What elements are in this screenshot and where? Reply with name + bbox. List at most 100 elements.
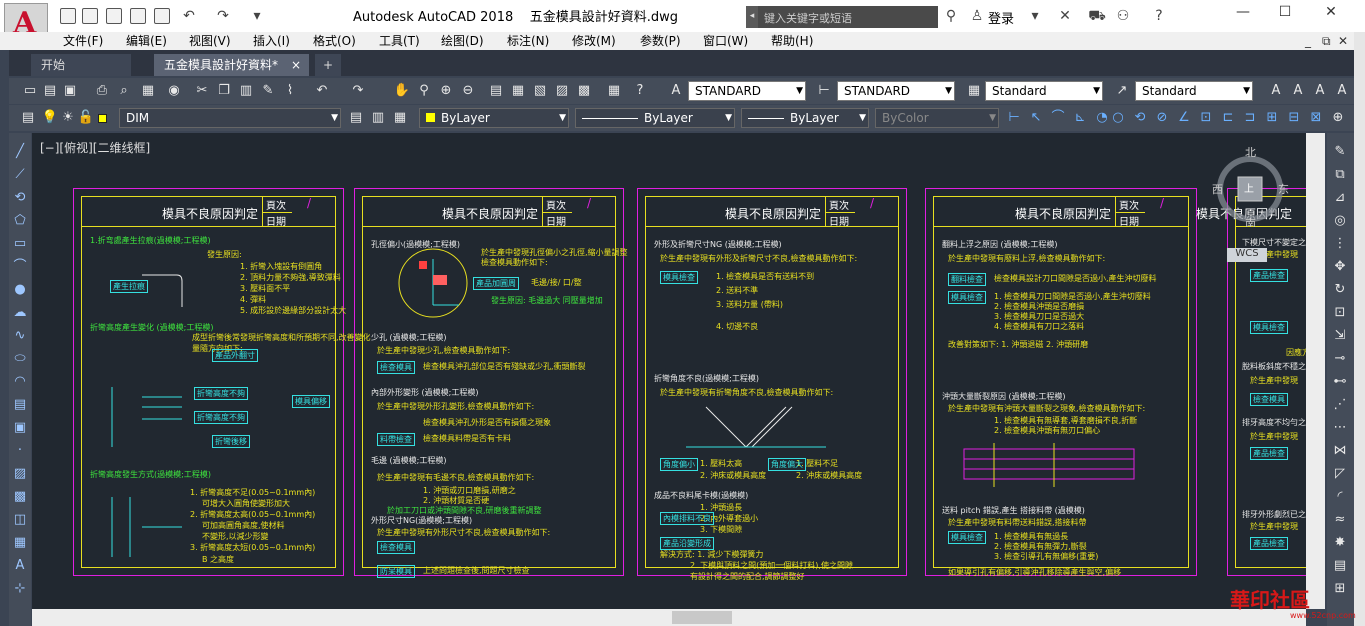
redo-icon[interactable]: ↷ xyxy=(214,8,232,24)
mtext-icon[interactable]: A xyxy=(11,557,29,575)
center-mark-icon[interactable]: ⊕ xyxy=(1329,109,1347,127)
layer-state-icon[interactable]: ▦ xyxy=(391,109,409,127)
explode-icon-2[interactable]: ⊞ xyxy=(1331,580,1349,598)
rotate-icon[interactable]: ↻ xyxy=(1331,281,1349,299)
layer-properties-icon[interactable]: ▤ xyxy=(19,109,37,127)
circle-icon[interactable]: ● xyxy=(11,281,29,299)
markup-icon[interactable]: ▩ xyxy=(575,82,593,100)
drawing-sheet[interactable]: 模具不良原因判定 頁次 日期/1.折弯處產生拉痕(過模模;工程模) 發生原因: 1. 折… xyxy=(73,188,371,576)
undo-icon[interactable]: ↶ xyxy=(180,8,198,24)
mleader-style-icon[interactable]: ↗ xyxy=(1113,82,1131,100)
binoculars-icon[interactable]: ⚲ xyxy=(942,8,960,24)
plot-style-select[interactable]: ByColor ▼ xyxy=(875,108,999,128)
save-icon[interactable] xyxy=(106,8,122,24)
a360-icon[interactable]: ⚇ xyxy=(1114,8,1132,24)
fillet-icon[interactable]: ◜ xyxy=(1331,488,1349,506)
redo-icon[interactable]: ↷ xyxy=(349,82,367,100)
layer-previous-icon[interactable]: ▥ xyxy=(369,109,387,127)
dim-circle-icon[interactable]: ○ xyxy=(1109,109,1127,127)
tolerance-icon[interactable]: ⊠ xyxy=(1307,109,1325,127)
menu-dimension[interactable]: 标注(N) xyxy=(507,32,549,50)
dim-diameter-icon[interactable]: ⊘ xyxy=(1153,109,1171,127)
menu-edit[interactable]: 编辑(E) xyxy=(126,32,167,50)
vertical-scrollbar[interactable] xyxy=(1306,133,1325,609)
linetype-select[interactable]: ByLayer ▼ xyxy=(575,108,735,128)
point-icon[interactable]: · xyxy=(11,442,29,460)
menu-insert[interactable]: 插入(I) xyxy=(253,32,290,50)
text-style-select[interactable]: STANDARD ▼ xyxy=(688,81,806,101)
menu-window[interactable]: 窗口(W) xyxy=(703,32,748,50)
menu-format[interactable]: 格式(O) xyxy=(313,32,356,50)
revcloud-icon[interactable]: ☁ xyxy=(11,304,29,322)
menu-draw[interactable]: 绘图(D) xyxy=(441,32,484,50)
sheet-set-icon[interactable]: ▨ xyxy=(553,82,571,100)
quick-dim-icon[interactable]: ⊡ xyxy=(1197,109,1215,127)
help-icon[interactable]: ? xyxy=(1150,8,1168,24)
minimize-icon[interactable]: — xyxy=(1228,4,1258,24)
3d-dwf-icon[interactable]: ◉ xyxy=(165,82,183,100)
make-block-icon[interactable]: ▣ xyxy=(11,419,29,437)
break-point-icon[interactable]: ⋰ xyxy=(1331,396,1349,414)
open-file-icon[interactable] xyxy=(82,8,98,24)
erase-icon[interactable]: ✎ xyxy=(1331,143,1349,161)
dim-break-icon[interactable]: ⊟ xyxy=(1285,109,1303,127)
copy-icon[interactable]: ⧉ xyxy=(1331,166,1349,184)
table-style-icon[interactable]: ▦ xyxy=(965,82,983,100)
construction-line-icon[interactable]: ⟋ xyxy=(11,166,29,184)
tab-close-icon[interactable]: × xyxy=(291,54,301,76)
arc-icon[interactable]: ⌒ xyxy=(11,258,29,276)
print-icon[interactable]: ⎙ xyxy=(93,82,111,100)
array-icon[interactable]: ⋮ xyxy=(1331,235,1349,253)
hatch-icon[interactable]: ▨ xyxy=(11,465,29,483)
dim-continue-icon[interactable]: ⊐ xyxy=(1241,109,1259,127)
wcs-menu[interactable]: WCS xyxy=(1227,248,1267,262)
mirror-icon[interactable]: ⊿ xyxy=(1331,189,1349,207)
tab-drawing[interactable]: 五金模具設計好資料* × xyxy=(154,54,309,76)
table-style-select[interactable]: Standard ▼ xyxy=(985,81,1103,101)
pan-icon[interactable]: ✋ xyxy=(393,82,411,100)
paste-icon[interactable]: ▥ xyxy=(237,82,255,100)
layer-lock-icon[interactable]: 🔓 xyxy=(77,109,95,127)
dim-style-select[interactable]: STANDARD ▼ xyxy=(837,81,955,101)
preview-icon[interactable]: ⌕ xyxy=(115,82,133,100)
maximize-icon[interactable]: ☐ xyxy=(1270,4,1300,24)
text-style-icon[interactable]: A xyxy=(667,82,685,100)
blend-icon[interactable]: ≈ xyxy=(1331,511,1349,529)
login-dropdown-icon[interactable]: ▾ xyxy=(1026,8,1044,24)
scale-text-icon[interactable]: A xyxy=(1333,82,1351,100)
plot-icon[interactable] xyxy=(154,8,170,24)
menu-modify[interactable]: 修改(M) xyxy=(572,32,616,50)
close-icon[interactable]: ✕ xyxy=(1316,4,1346,24)
spell-icon[interactable]: A xyxy=(1311,82,1329,100)
dim-angular-icon[interactable]: ∠ xyxy=(1175,109,1193,127)
layer-select[interactable]: DIM ▼ xyxy=(119,108,341,128)
rectangle-icon[interactable]: ▭ xyxy=(11,235,29,253)
menu-file[interactable]: 文件(F) xyxy=(63,32,103,50)
match-properties-icon[interactable]: ✎ xyxy=(259,82,277,100)
viewport-controls[interactable]: [−][俯视][二维线框] xyxy=(40,139,150,156)
draw-order-icon[interactable]: ▤ xyxy=(1331,557,1349,575)
break-icon[interactable]: ⋯ xyxy=(1331,419,1349,437)
move-icon[interactable]: ✥ xyxy=(1331,258,1349,276)
cart-icon[interactable]: ⛟ xyxy=(1088,8,1106,24)
join-icon[interactable]: ⋈ xyxy=(1331,442,1349,460)
scale-icon[interactable]: ⊡ xyxy=(1331,304,1349,322)
polygon-icon[interactable]: ⬠ xyxy=(11,212,29,230)
doc-minimize-icon[interactable]: _ xyxy=(1305,32,1311,50)
save-icon[interactable]: ▣ xyxy=(61,82,79,100)
mleader-style-select[interactable]: Standard ▼ xyxy=(1135,81,1253,101)
dim-arc-icon[interactable]: ⌒ xyxy=(1049,109,1067,127)
ellipse-icon[interactable]: ⬭ xyxy=(11,350,29,368)
drawing-sheet[interactable]: 模具不良原因判定下模尺寸不變定之於生產中發現YESNO因應方式: 加強脫料板斜度… xyxy=(1196,188,1306,576)
dim-baseline-icon[interactable]: ⊏ xyxy=(1219,109,1237,127)
design-center-icon[interactable]: ▦ xyxy=(509,82,527,100)
mtext-icon[interactable]: A xyxy=(1289,82,1307,100)
qnew-icon[interactable]: ▭ xyxy=(21,82,39,100)
menu-parametric[interactable]: 参数(P) xyxy=(640,32,681,50)
login-button[interactable]: 登录 xyxy=(988,8,1014,27)
line-icon[interactable]: ╱ xyxy=(11,143,29,161)
new-file-icon[interactable] xyxy=(60,8,76,24)
tab-start[interactable]: 开始 xyxy=(31,54,131,76)
offset-icon[interactable]: ◎ xyxy=(1331,212,1349,230)
open-icon[interactable]: ▤ xyxy=(41,82,59,100)
